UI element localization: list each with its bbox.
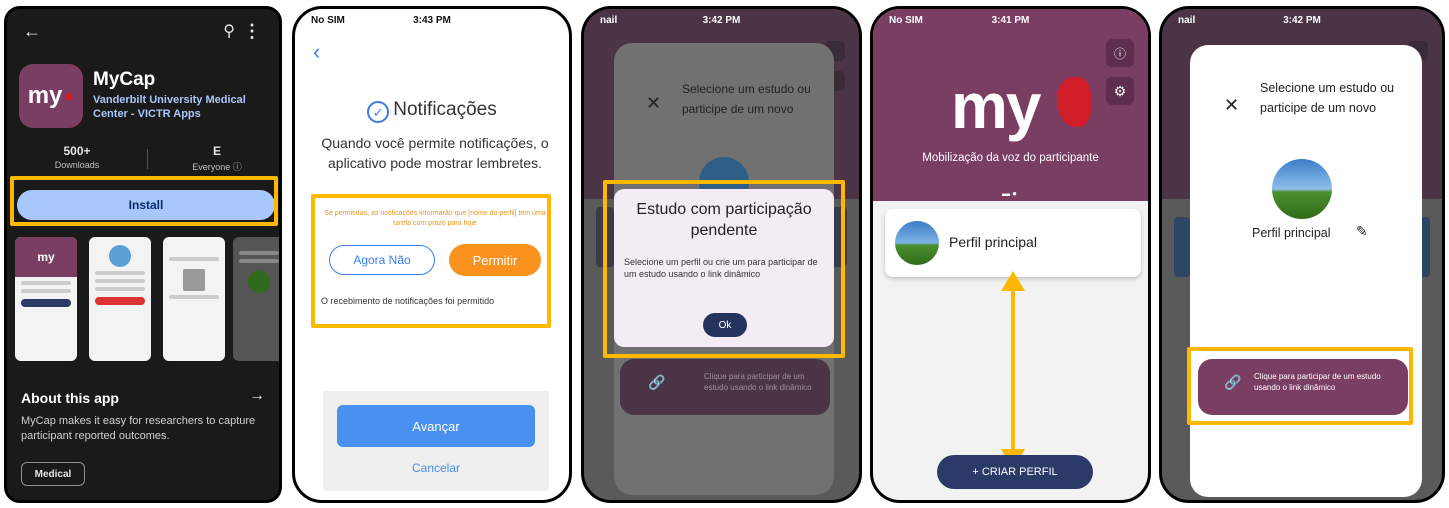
status-bar: No SIM 3:43 PM	[311, 15, 451, 26]
profile-card[interactable]: Perfil principal	[885, 209, 1141, 277]
tagline: Mobilização da voz do participante	[922, 152, 1099, 164]
search-icon[interactable]: ⚲	[223, 21, 235, 41]
avatar	[895, 221, 939, 265]
notification-note: Se permitidas, as notificações informarã…	[324, 210, 546, 227]
arrow-right-icon[interactable]: →	[249, 387, 265, 405]
back-chevron-icon[interactable]: ‹	[313, 39, 320, 65]
app-icon: my ●	[19, 64, 83, 128]
pencil-icon[interactable]: ✎	[1356, 223, 1368, 240]
gear-icon[interactable]: ⚙	[1106, 77, 1134, 105]
content-rating-stat[interactable]: E Everyone ⓘ	[177, 144, 257, 173]
rating-icon: E	[212, 144, 221, 158]
dialog-body: Selecione um perfil ou crie um para part…	[624, 257, 818, 279]
background-card	[596, 207, 614, 267]
logo: my	[951, 69, 1091, 143]
bird-logo-icon: ●	[63, 85, 75, 106]
not-now-button[interactable]: Agora Não	[329, 245, 435, 275]
profile-name: Perfil principal	[1252, 226, 1331, 240]
pending-study-dialog: Estudo com participação pendente Selecio…	[614, 189, 834, 347]
phone-play-store: ← ⚲ ⋮ my ● MyCap Vanderbilt University Me…	[4, 6, 282, 503]
avatar	[1272, 159, 1332, 219]
screenshot-thumb[interactable]	[233, 237, 279, 361]
bird-logo-icon	[1057, 77, 1091, 127]
status-bar: nail 3:42 PM	[1178, 15, 1321, 26]
sheet-title: Selecione um estudo ou participe de um n…	[682, 82, 811, 116]
install-button[interactable]: Install	[17, 190, 275, 220]
screenshot-carousel[interactable]: my	[15, 237, 279, 363]
about-description: MyCap makes it easy for researchers to c…	[21, 415, 256, 442]
join-study-button[interactable]: 🔗 Clique para participar de um estudo us…	[1198, 359, 1408, 415]
phone-select-study: nail 3:42 PM ✕ Selecione um estudo ou pa…	[1159, 6, 1445, 503]
footer-area: Avançar Cancelar	[323, 391, 549, 491]
check-circle-icon: ✓	[367, 101, 390, 123]
about-title[interactable]: About this app	[21, 390, 119, 406]
info-icon[interactable]: ⓘ	[1106, 39, 1134, 67]
downloads-stat: 500+ Downloads	[54, 144, 100, 170]
cancel-button[interactable]: Cancelar	[323, 461, 549, 475]
developer-link[interactable]: Vanderbilt University Medical Center - V…	[93, 93, 263, 121]
stats-divider	[147, 149, 148, 169]
sheet-title: Selecione um estudo ou participe de um n…	[1260, 81, 1395, 115]
screenshot-thumb[interactable]: my	[15, 237, 77, 361]
next-button[interactable]: Avançar	[337, 405, 535, 447]
link-icon: 🔗	[1224, 374, 1242, 390]
link-icon: 🔗	[648, 374, 666, 390]
status-bar: No SIM 3:41 PM	[889, 15, 1030, 26]
app-name: MyCap	[93, 69, 156, 90]
phone-pending-dialog: nail 3:42 PM ✕ Selecione um estudo ou pa…	[581, 6, 862, 503]
status-bar: nail 3:42 PM	[600, 15, 741, 26]
close-icon: ✕	[646, 93, 662, 113]
phone-notifications: No SIM 3:43 PM ‹ ✓ Notificações Quando vo…	[292, 6, 572, 503]
category-chip[interactable]: Medical	[21, 462, 85, 486]
create-profile-button[interactable]: + CRIAR PERFIL	[937, 455, 1093, 489]
screenshot-thumb[interactable]	[163, 237, 225, 361]
dialog-title: Estudo com participação pendente	[636, 201, 812, 239]
ok-button[interactable]: Ok	[703, 313, 747, 337]
annotation-arrow	[1011, 279, 1015, 459]
close-icon[interactable]: ✕	[1224, 95, 1239, 116]
page-indicator: ▬●	[1002, 189, 1019, 198]
join-study-button: 🔗 Clique para participar de um estudo us…	[620, 359, 830, 415]
app-stats: 500+ Downloads E Everyone ⓘ	[7, 144, 279, 178]
profile-name: Perfil principal	[949, 234, 1037, 250]
screenshot-thumb[interactable]	[89, 237, 151, 361]
phone-home: No SIM 3:41 PM ⓘ ⚙ my Mobilização da voz…	[870, 6, 1151, 503]
notification-explanation: Quando você permite notificações, o apli…	[321, 135, 549, 171]
page-title: ✓ Notificações	[295, 99, 569, 123]
allow-button[interactable]: Permitir	[449, 244, 541, 276]
back-arrow-icon[interactable]: ←	[23, 21, 41, 42]
background-card	[1174, 217, 1190, 277]
play-topbar: ← ⚲ ⋮	[7, 21, 279, 45]
more-menu-icon[interactable]: ⋮	[243, 21, 261, 42]
permission-granted-text: O recebimento de notificações foi permit…	[321, 296, 495, 306]
